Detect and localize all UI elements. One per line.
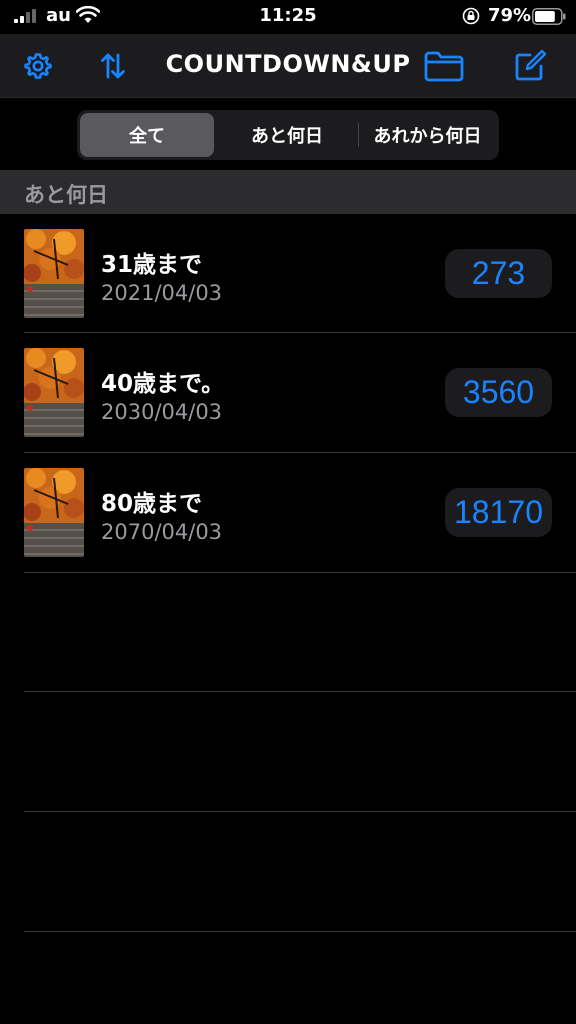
list-item[interactable]: 31歳まで 2021/04/03 273 <box>0 214 576 333</box>
days-count-badge: 273 <box>445 249 552 298</box>
event-thumbnail <box>24 348 84 437</box>
event-thumbnail <box>24 468 84 557</box>
row-separator <box>24 572 576 573</box>
navigation-bar: COUNTDOWN&UP <box>0 34 576 98</box>
segment-days-until[interactable]: あと何日 <box>217 113 357 157</box>
row-separator <box>24 931 576 932</box>
event-date: 2070/04/03 <box>101 520 223 544</box>
segment-all[interactable]: 全て <box>80 113 214 157</box>
list-item[interactable]: 80歳まで 2070/04/03 18170 <box>0 453 576 572</box>
orientation-lock-icon <box>462 7 480 25</box>
app-title: COUNTDOWN&UP <box>165 50 411 78</box>
days-count-badge: 18170 <box>445 488 552 537</box>
list-item[interactable]: 40歳まで。 2030/04/03 3560 <box>0 333 576 452</box>
row-separator <box>24 691 576 692</box>
compose-button[interactable] <box>512 48 548 84</box>
event-name: 31歳まで <box>101 252 203 278</box>
event-date: 2030/04/03 <box>101 400 223 424</box>
section-header: あと何日 <box>0 170 576 214</box>
filter-bar: 全て あと何日 あれから何日 <box>0 99 576 170</box>
status-bar: au 11:25 79% <box>0 0 576 34</box>
folder-button[interactable] <box>424 48 464 84</box>
battery-icon <box>532 8 566 25</box>
compose-icon <box>515 49 547 81</box>
event-name: 40歳まで。 <box>101 371 225 397</box>
event-thumbnail <box>24 229 84 318</box>
segment-days-since[interactable]: あれから何日 <box>359 113 496 157</box>
days-count-badge: 3560 <box>445 368 552 417</box>
row-separator <box>24 811 576 812</box>
segmented-control: 全て あと何日 あれから何日 <box>77 110 499 160</box>
folder-icon <box>424 51 464 82</box>
battery-percent: 79% <box>488 5 532 26</box>
section-title: あと何日 <box>24 183 108 207</box>
event-date: 2021/04/03 <box>101 281 223 305</box>
event-name: 80歳まで <box>101 491 203 517</box>
